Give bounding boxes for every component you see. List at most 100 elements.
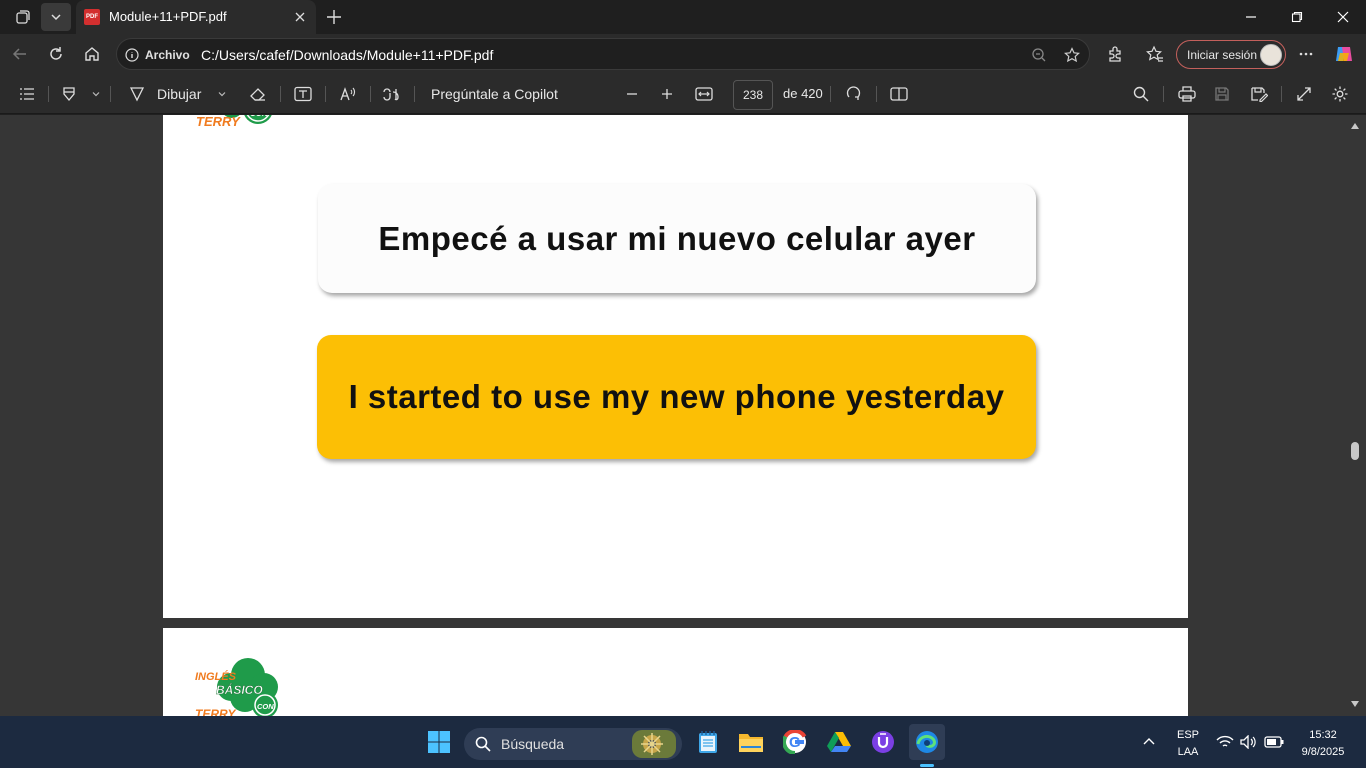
address-pill-label: Archivo <box>145 48 190 62</box>
taskbar-search-box[interactable]: Búsqueda <box>464 728 682 760</box>
english-sentence-card: I started to use my new phone yesterday <box>317 335 1036 459</box>
google-chrome-icon[interactable]: G <box>777 724 813 760</box>
search-highlight-image-icon <box>632 730 676 758</box>
language-indicator-top[interactable]: ESP <box>1172 729 1204 741</box>
spanish-sentence-card: Empecé a usar mi nuevo celular ayer <box>318 184 1036 293</box>
close-window-icon[interactable] <box>1320 0 1366 34</box>
draw-label[interactable]: Dibujar <box>157 86 201 102</box>
settings-gear-icon[interactable] <box>1327 82 1353 106</box>
page-total: de 420 <box>783 86 823 101</box>
tab-pdf[interactable]: PDF Module+11+PDF.pdf <box>76 0 316 34</box>
home-icon[interactable] <box>77 39 107 69</box>
app-u-icon[interactable] <box>865 724 901 760</box>
ingles-basico-logo-icon: INGLÉS BÁSICO CON TERRY <box>195 658 278 716</box>
sign-in-button[interactable]: Iniciar sesión <box>1176 40 1286 69</box>
tab-close-icon[interactable] <box>290 7 310 27</box>
back-icon[interactable] <box>5 39 35 69</box>
save-as-icon[interactable] <box>1246 82 1272 106</box>
sign-in-label: Iniciar sesión <box>1187 48 1258 62</box>
tab-title: Module+11+PDF.pdf <box>109 9 227 24</box>
pdf-page: CON TERRY Empecé a usar mi nuevo celular… <box>163 115 1188 618</box>
zoom-out-icon[interactable] <box>1027 43 1051 67</box>
divider <box>325 86 326 102</box>
contents-list-icon[interactable] <box>14 82 40 106</box>
logo-con-text: CON <box>250 115 268 118</box>
avatar <box>1260 44 1282 66</box>
draw-icon[interactable] <box>124 82 150 106</box>
highlight-icon[interactable] <box>56 82 82 106</box>
minimize-icon[interactable] <box>1228 0 1274 34</box>
divider <box>414 86 415 102</box>
favorites-icon[interactable] <box>1140 39 1170 69</box>
restore-icon[interactable] <box>1274 0 1320 34</box>
clock-time[interactable]: 15:32 <box>1296 729 1350 741</box>
add-text-icon[interactable] <box>290 82 316 106</box>
tab-actions-chevron-icon[interactable] <box>41 3 71 31</box>
save-icon[interactable] <box>1209 82 1235 106</box>
address-bar[interactable]: Archivo C:/Users/cafef/Downloads/Module+… <box>116 38 1090 70</box>
divider <box>110 86 111 102</box>
language-indicator-bottom[interactable]: LAA <box>1172 746 1204 758</box>
pdf-favicon-icon: PDF <box>84 9 100 25</box>
url-text[interactable]: C:/Users/cafef/Downloads/Module+11+PDF.p… <box>201 47 493 63</box>
ask-copilot-button[interactable]: Pregúntale a Copilot <box>431 86 558 102</box>
volume-icon[interactable] <box>1236 724 1262 760</box>
rotate-icon[interactable] <box>841 82 867 106</box>
draw-dropdown-chevron-icon[interactable] <box>209 82 235 106</box>
more-options-icon[interactable] <box>1291 39 1321 69</box>
fit-width-icon[interactable] <box>691 82 717 106</box>
tab-strip: PDF Module+11+PDF.pdf <box>0 0 1366 34</box>
search-placeholder: Búsqueda <box>501 736 565 752</box>
copilot-icon[interactable] <box>1329 39 1359 69</box>
taskbar: Búsqueda G ESP LAA 15:32 9/8/2025 <box>0 716 1366 768</box>
battery-icon[interactable] <box>1260 724 1288 760</box>
divider <box>876 86 877 102</box>
logo-terry-text: TERRY <box>196 115 241 129</box>
vertical-scrollbar[interactable] <box>1348 115 1366 716</box>
eraser-icon[interactable] <box>245 82 271 106</box>
english-sentence: I started to use my new phone yesterday <box>348 378 1005 415</box>
search-icon <box>475 736 491 752</box>
fullscreen-icon[interactable] <box>1291 82 1317 106</box>
favorite-star-icon[interactable] <box>1060 43 1084 67</box>
page-view-icon[interactable] <box>886 82 912 106</box>
divider <box>370 86 371 102</box>
print-icon[interactable] <box>1174 82 1200 106</box>
spanish-sentence: Empecé a usar mi nuevo celular ayer <box>378 219 976 257</box>
active-app-indicator <box>920 764 934 767</box>
divider <box>280 86 281 102</box>
read-aloud-icon[interactable] <box>335 82 361 106</box>
clock-date[interactable]: 9/8/2025 <box>1294 746 1352 758</box>
highlight-dropdown-chevron-icon[interactable] <box>83 82 109 106</box>
logo-basico-text: BÁSICO <box>216 682 263 697</box>
search-icon[interactable] <box>1128 82 1154 106</box>
workspaces-icon[interactable] <box>8 3 38 31</box>
google-drive-icon[interactable] <box>821 724 857 760</box>
pdf-page: INGLÉS BÁSICO CON TERRY <box>163 628 1188 716</box>
new-tab-icon[interactable] <box>320 3 348 31</box>
extensions-icon[interactable] <box>1100 39 1130 69</box>
site-info-pill[interactable]: Archivo <box>125 45 190 65</box>
start-windows-icon[interactable] <box>421 724 457 760</box>
wifi-icon[interactable] <box>1212 724 1238 760</box>
pdf-toolbar: Dibujar Pregúntale a Copilot 238 de 420 <box>0 74 1366 114</box>
divider <box>830 86 831 102</box>
pdf-viewer[interactable]: CON TERRY Empecé a usar mi nuevo celular… <box>0 115 1366 716</box>
zoom-out-icon[interactable] <box>619 82 645 106</box>
svg-text:G: G <box>789 734 801 751</box>
file-explorer-icon[interactable] <box>733 724 769 760</box>
show-hidden-icons-chevron-icon[interactable] <box>1134 724 1164 760</box>
page-number-input[interactable]: 238 <box>733 80 773 110</box>
edge-browser-icon[interactable] <box>909 724 945 760</box>
refresh-icon[interactable] <box>41 39 71 69</box>
divider <box>1163 86 1164 102</box>
scroll-up-arrow-icon[interactable] <box>1350 121 1360 131</box>
scrollbar-thumb[interactable] <box>1351 442 1359 460</box>
logo-con-text: CON <box>257 702 274 711</box>
info-icon <box>125 48 139 62</box>
translate-icon[interactable] <box>379 82 405 106</box>
logo-partial-icon: CON TERRY <box>196 115 272 129</box>
notepad-icon[interactable] <box>690 724 726 760</box>
zoom-in-icon[interactable] <box>654 82 680 106</box>
scroll-down-arrow-icon[interactable] <box>1350 699 1360 709</box>
